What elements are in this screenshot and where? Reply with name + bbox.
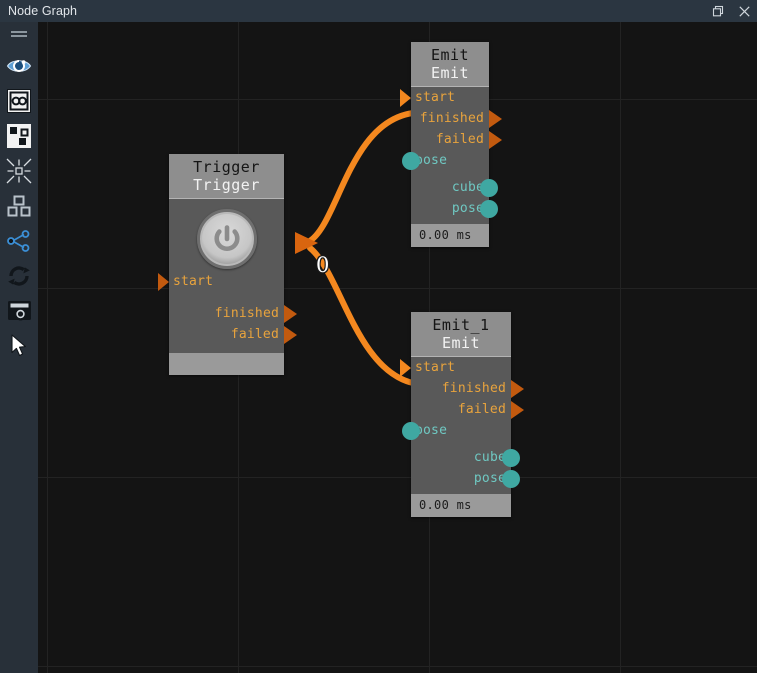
toolbar-item-frame-selection[interactable] [2,83,36,118]
toolbar-drag-handle[interactable] [0,26,38,42]
node-trigger-footer [169,353,284,375]
toolbar-item-screenshot[interactable] [2,293,36,328]
port-emit-in-pose[interactable]: pose [402,150,489,171]
trigger-power-widget[interactable] [169,199,284,271]
port-emit-out-finished[interactable]: finished [411,108,502,129]
port-emit-1-in-pose[interactable]: pose [402,420,511,441]
node-emit-footer: 0.00 ms [411,224,489,247]
graph-canvas[interactable]: 0 Trigger Trigger start finished failed … [38,22,757,673]
toolbar-item-select-cursor[interactable] [2,328,36,363]
node-emit-body: start finished failed pose cube pose [400,87,502,224]
exec-output-marker[interactable] [511,400,524,419]
screenshot-icon [7,300,32,322]
node-trigger[interactable]: Trigger Trigger start finished failed [158,154,297,375]
node-emit-1-spacer [411,489,511,494]
exec-output-marker[interactable] [284,304,297,323]
node-emit-1-title: Emit_1 [432,316,490,334]
drag-handle-line [11,35,27,37]
close-icon [738,5,751,18]
power-icon [210,222,244,256]
node-trigger-spacer [169,292,284,303]
node-graph-window: Node Graph 0 Trigger Trigger start finis… [0,0,757,673]
select-cursor-icon [10,333,28,358]
port-label: finished [441,381,506,396]
port-emit-1-out-pose[interactable]: pose [411,468,520,489]
close-window-button[interactable] [731,0,757,22]
port-trigger-out-failed[interactable]: failed [169,324,297,345]
power-button[interactable] [196,209,257,269]
port-trigger-out-finished[interactable]: finished [169,303,297,324]
node-emit-1[interactable]: Emit_1 Emit start finished failed pose c… [400,312,524,517]
port-label: start [415,360,456,375]
port-emit-1-out-finished[interactable]: finished [411,378,524,399]
data-output-marker[interactable] [480,178,498,197]
port-emit-in-start[interactable]: start [400,87,489,108]
visibility-eye-icon [6,56,32,76]
port-trigger-in-start[interactable]: start [158,271,284,292]
frame-selection-icon [7,88,31,113]
exec-input-marker[interactable] [158,272,169,291]
port-label: start [415,90,456,105]
toolbar-item-refresh[interactable] [2,258,36,293]
node-trigger-subtitle: Trigger [193,176,260,194]
exec-input-marker[interactable] [400,88,411,107]
node-trigger-header[interactable]: Trigger Trigger [169,154,284,199]
refresh-icon [7,264,31,288]
port-label: failed [230,327,279,342]
exec-input-marker[interactable] [400,358,411,377]
port-label: failed [435,132,484,147]
exec-output-marker[interactable] [511,379,524,398]
data-output-marker[interactable] [502,469,520,488]
share-graph-icon [7,229,31,252]
exec-output-marker[interactable] [489,109,502,128]
toolbar-item-node-group[interactable] [2,118,36,153]
node-trigger-title: Trigger [193,158,260,176]
canvas-grid [38,22,757,673]
exec-output-marker[interactable] [489,130,502,149]
drag-handle-line [11,31,27,33]
node-emit-1-header[interactable]: Emit_1 Emit [411,312,511,357]
data-output-marker[interactable] [502,448,520,467]
node-emit-1-body: start finished failed pose cube pose [400,357,524,494]
toolbar-item-collapse[interactable] [2,153,36,188]
node-group-icon [7,123,31,148]
node-trigger-spacer [169,345,284,353]
port-emit-out-pose[interactable]: pose [411,198,498,219]
toolbar-item-visibility[interactable] [2,48,36,83]
node-emit-1-footer: 0.00 ms [411,494,511,517]
node-emit[interactable]: Emit Emit start finished failed pose cub… [400,42,502,247]
node-emit-subtitle: Emit [430,64,470,82]
toolbar-item-layout-grid[interactable] [2,188,36,223]
port-emit-1-out-cube[interactable]: cube [411,447,520,468]
restore-icon [712,5,725,18]
layout-grid-icon [7,195,31,217]
node-emit-spacer [411,219,489,224]
node-emit-title: Emit [430,46,470,64]
port-label: finished [419,111,484,126]
port-label: failed [457,402,506,417]
toolbar-item-share-graph[interactable] [2,223,36,258]
window-title: Node Graph [8,4,78,18]
node-trigger-body: start finished failed [158,199,297,353]
port-emit-1-out-failed[interactable]: failed [411,399,524,420]
port-label: start [173,274,214,289]
port-label: finished [214,306,279,321]
node-emit-header[interactable]: Emit Emit [411,42,489,87]
node-emit-1-subtitle: Emit [441,334,481,352]
exec-output-marker[interactable] [284,325,297,344]
title-bar: Node Graph [0,0,757,22]
port-emit-1-in-start[interactable]: start [400,357,511,378]
left-toolbar [0,22,38,673]
restore-window-button[interactable] [705,0,731,22]
data-output-marker[interactable] [480,199,498,218]
port-emit-out-failed[interactable]: failed [411,129,502,150]
port-emit-out-cube[interactable]: cube [411,177,498,198]
data-input-marker[interactable] [402,151,420,170]
collapse-icon [6,158,32,184]
data-input-marker[interactable] [402,421,420,440]
